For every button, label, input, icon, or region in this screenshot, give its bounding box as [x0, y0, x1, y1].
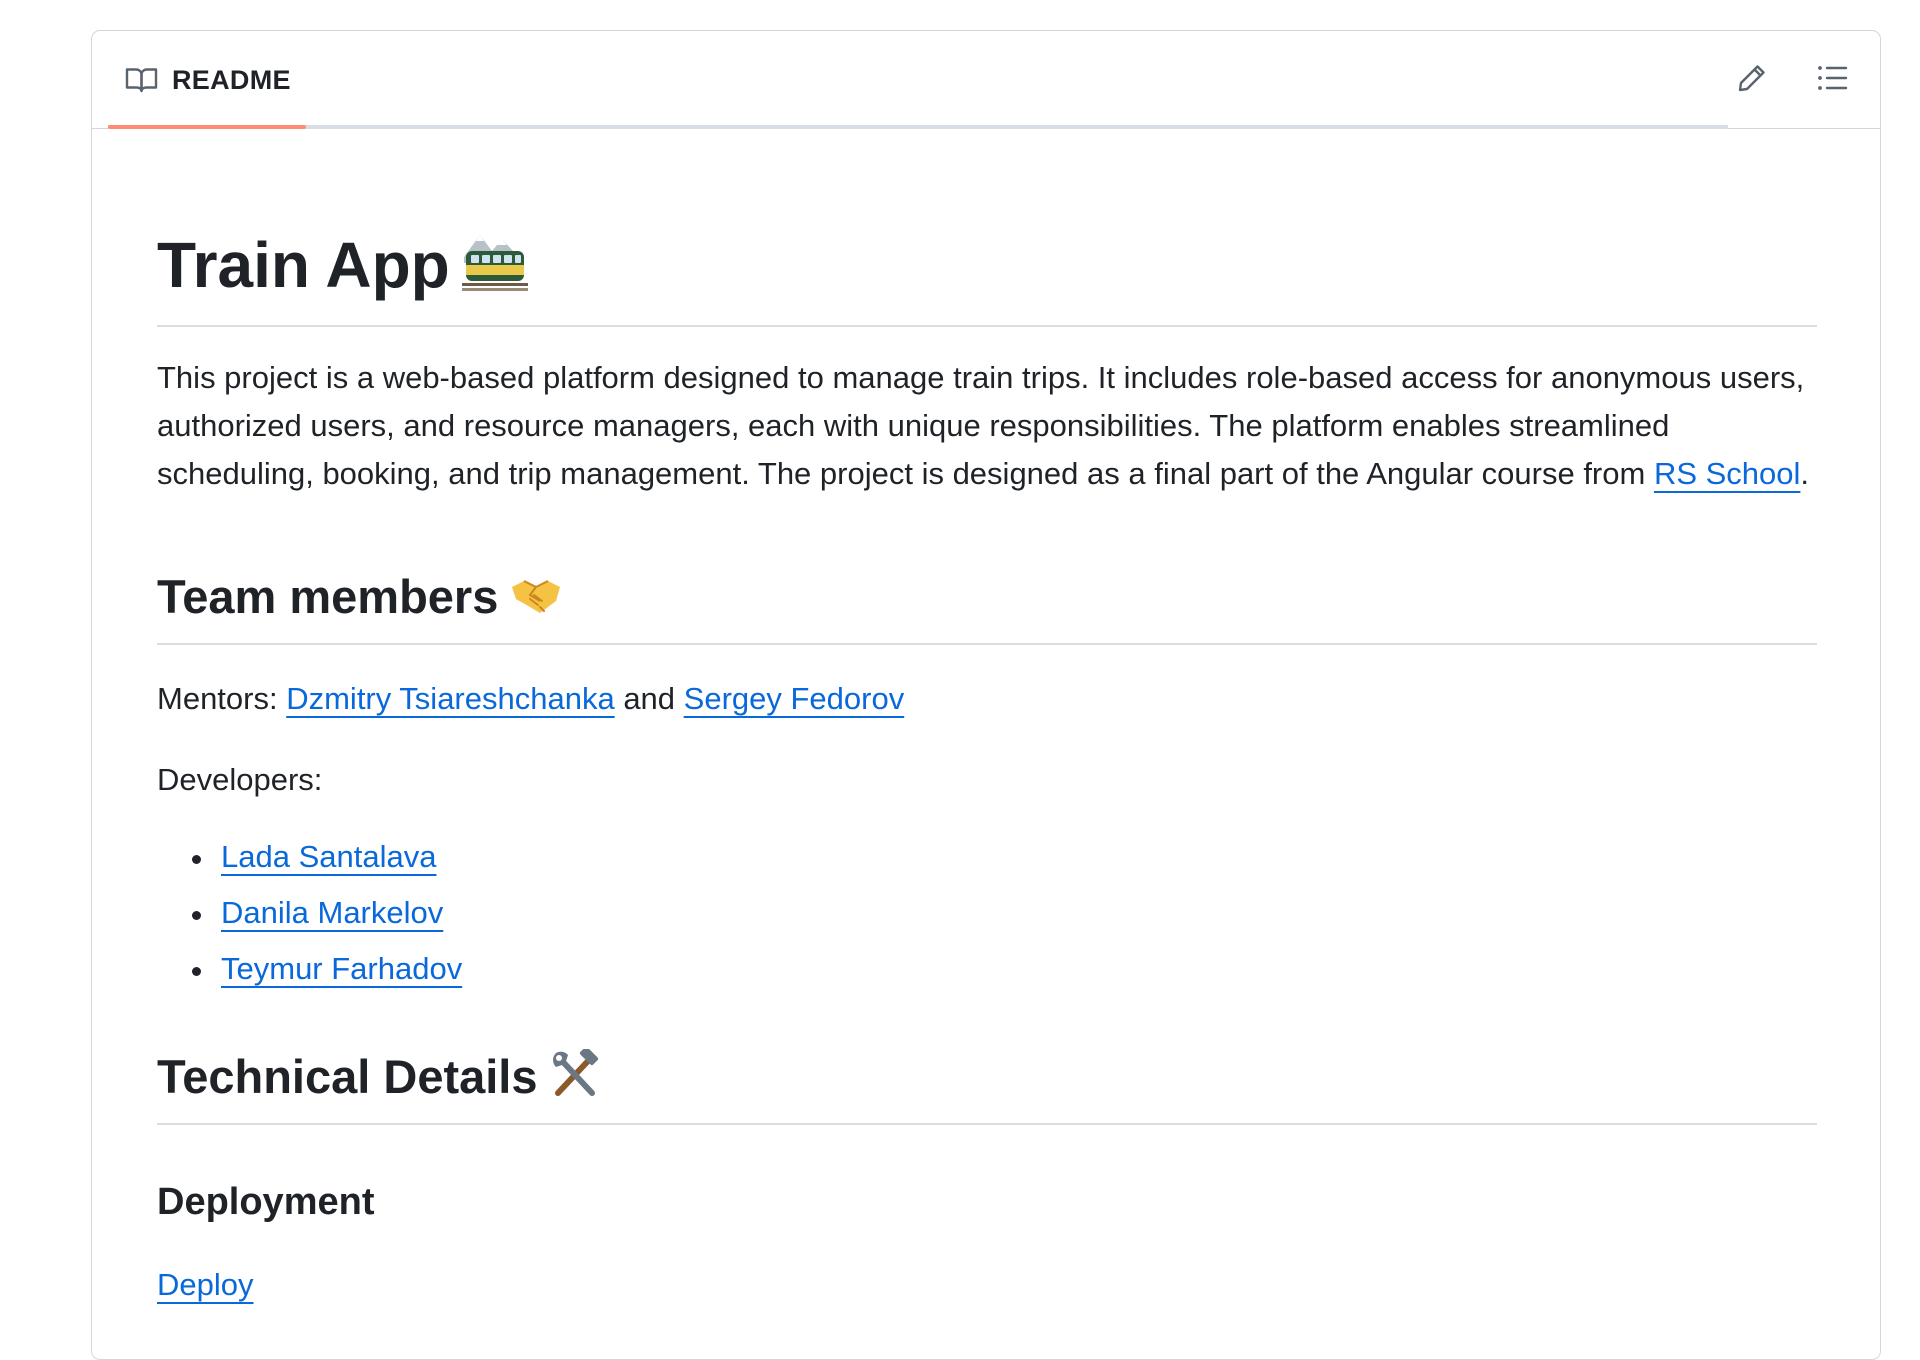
intro-end: . [1800, 456, 1810, 491]
deploy-link[interactable]: Deploy [157, 1267, 254, 1302]
technical-details-heading: Technical Details [157, 1046, 600, 1111]
list-item: Danila Markelov [191, 885, 462, 941]
title-divider [157, 325, 1817, 327]
readme-title-text: Train App [157, 229, 450, 301]
readme-panel: README Train App This project is a web-b… [91, 30, 1881, 1360]
team-members-heading: Team members [157, 569, 562, 629]
developers-list: Lada Santalava Danila Markelov Teymur Fa… [157, 829, 462, 997]
tab-readme-label: README [172, 64, 291, 95]
developer-link-2[interactable]: Danila Markelov [221, 895, 443, 930]
readme-header: README [92, 31, 1880, 129]
book-icon [125, 66, 158, 94]
team-members-heading-text: Team members [157, 570, 499, 623]
mentor-link-2[interactable]: Sergey Fedorov [684, 681, 905, 716]
intro-paragraph: This project is a web-based platform des… [157, 354, 1827, 498]
hammer-and-wrench-icon [550, 1046, 600, 1111]
header-divider [108, 125, 1728, 129]
tab-active-indicator [108, 125, 306, 129]
readme-title: Train App [157, 229, 528, 306]
list-unordered-icon [1816, 62, 1848, 99]
rs-school-link[interactable]: RS School [1654, 456, 1800, 491]
tab-readme[interactable]: README [108, 31, 308, 129]
developers-label: Developers: [157, 762, 323, 797]
header-actions [1734, 31, 1850, 129]
mentors-label: Mentors: [157, 681, 287, 716]
pencil-icon [1736, 62, 1768, 99]
outline-button[interactable] [1814, 62, 1850, 98]
developer-link-1[interactable]: Lada Santalava [221, 839, 436, 874]
mentor-link-1[interactable]: Dzmitry Tsiareshchanka [286, 681, 614, 716]
mentors-paragraph: Mentors: Dzmitry Tsiareshchanka and Serg… [157, 675, 1827, 723]
technical-divider [157, 1123, 1817, 1125]
deployment-heading: Deployment [157, 1181, 375, 1223]
list-item: Lada Santalava [191, 829, 462, 885]
deploy-paragraph: Deploy [157, 1261, 1827, 1309]
team-divider [157, 643, 1817, 645]
technical-details-heading-text: Technical Details [157, 1050, 538, 1103]
handshake-icon [510, 573, 562, 629]
mentors-and: and [614, 681, 684, 716]
list-item: Teymur Farhadov [191, 941, 462, 997]
mountain-railway-icon [461, 229, 528, 306]
edit-file-button[interactable] [1734, 62, 1770, 98]
intro-text: This project is a web-based platform des… [157, 360, 1805, 491]
developer-link-3[interactable]: Teymur Farhadov [221, 951, 462, 986]
